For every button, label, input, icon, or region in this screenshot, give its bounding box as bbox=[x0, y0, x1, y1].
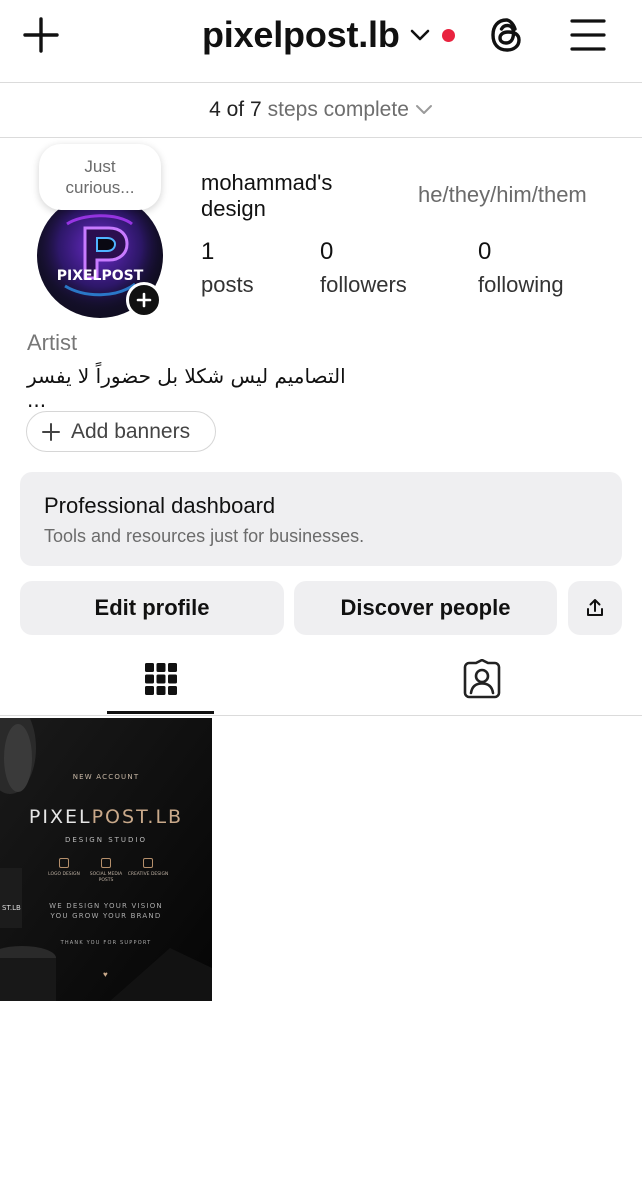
post-service-3: CREATIVE DESIGN bbox=[126, 858, 170, 878]
svg-text:PIXELPOST: PIXELPOST bbox=[57, 268, 144, 284]
add-story-button[interactable] bbox=[126, 282, 162, 318]
discover-people-label: Discover people bbox=[340, 595, 511, 620]
following-count: 0 bbox=[478, 238, 492, 265]
profile-category: Artist bbox=[27, 330, 78, 355]
threads-icon bbox=[491, 18, 521, 52]
bio[interactable]: التصاميم ليس شكلا بل حضوراً لا يفسر ... bbox=[27, 364, 367, 412]
post-service-1: LOGO DESIGN bbox=[42, 858, 86, 878]
heart-icon: ♥ bbox=[103, 970, 108, 979]
active-tab-indicator bbox=[107, 711, 214, 714]
edit-profile-label: Edit profile bbox=[94, 595, 210, 620]
add-banners-button[interactable]: Add banners bbox=[26, 411, 216, 452]
tab-posts-grid[interactable] bbox=[107, 650, 214, 708]
social-media-icon bbox=[101, 858, 111, 868]
share-profile-button[interactable] bbox=[568, 581, 622, 635]
post-kicker: NEW ACCOUNT bbox=[72, 773, 140, 781]
chevron-down-icon bbox=[410, 29, 429, 41]
edit-profile-button[interactable]: Edit profile bbox=[20, 581, 284, 635]
hamburger-menu-icon bbox=[570, 19, 606, 51]
display-name: mohammad's design bbox=[201, 170, 333, 221]
setup-steps-banner[interactable]: 4 of 7 steps complete bbox=[0, 83, 642, 137]
professional-dashboard[interactable]: Professional dashboard Tools and resourc… bbox=[20, 472, 622, 566]
steps-divider bbox=[0, 137, 642, 138]
tabs-divider bbox=[0, 715, 642, 716]
username: pixelpost.lb bbox=[202, 14, 400, 55]
plus-icon bbox=[23, 17, 59, 53]
dashboard-subtitle: Tools and resources just for businesses. bbox=[44, 526, 365, 546]
dashboard-title: Professional dashboard bbox=[44, 493, 276, 518]
post-thanks: THANK YOU FOR SUPPORT bbox=[60, 940, 152, 946]
add-banners-label: Add banners bbox=[71, 419, 191, 443]
following-stat[interactable]: 0 following bbox=[478, 238, 564, 300]
post-tagline-1: WE DESIGN YOUR VISION bbox=[49, 902, 163, 910]
account-switcher[interactable]: pixelpost.lb bbox=[202, 12, 455, 58]
posts-count: 1 bbox=[201, 238, 215, 265]
pen-icon bbox=[143, 858, 153, 868]
steps-count: 4 of 7 bbox=[209, 98, 262, 121]
discover-people-button[interactable]: Discover people bbox=[294, 581, 557, 635]
create-button[interactable] bbox=[22, 16, 60, 54]
note-bubble[interactable]: Just curious... bbox=[39, 144, 161, 210]
menu-button[interactable] bbox=[570, 18, 606, 52]
posts-stat[interactable]: 1 posts bbox=[201, 238, 254, 300]
plus-icon bbox=[136, 292, 152, 308]
share-icon bbox=[587, 599, 603, 616]
posts-label: posts bbox=[201, 272, 254, 297]
plus-icon bbox=[42, 422, 60, 441]
grid-icon bbox=[144, 663, 177, 695]
chevron-down-icon bbox=[415, 105, 432, 114]
post-service-2: SOCIAL MEDIA POSTS bbox=[84, 858, 128, 884]
post-studio: DESIGN STUDIO bbox=[64, 836, 147, 844]
followers-label: followers bbox=[320, 272, 407, 297]
notification-dot bbox=[441, 28, 455, 42]
post-brand: PIXELPOST.LB bbox=[28, 806, 184, 828]
tab-tagged[interactable] bbox=[428, 650, 535, 708]
top-bar: pixelpost.lb bbox=[0, 0, 642, 82]
note-line-2: curious... bbox=[65, 178, 135, 197]
post-thumbnail[interactable]: NEW ACCOUNT PIXELPOST.LB DESIGN STUDIO L… bbox=[0, 718, 212, 1001]
pronouns: he/they/him/them bbox=[418, 182, 587, 207]
followers-stat[interactable]: 0 followers bbox=[320, 238, 407, 300]
post-side-text: ST.LB bbox=[2, 904, 21, 912]
tagged-person-icon bbox=[463, 659, 500, 699]
followers-count: 0 bbox=[320, 238, 334, 265]
post-tagline-2: YOU GROW YOUR BRAND bbox=[50, 912, 162, 920]
logo-design-icon bbox=[59, 858, 69, 868]
threads-button[interactable] bbox=[487, 14, 527, 56]
steps-label: steps complete bbox=[267, 98, 409, 121]
following-label: following bbox=[478, 272, 564, 297]
note-line-1: Just bbox=[84, 157, 116, 176]
